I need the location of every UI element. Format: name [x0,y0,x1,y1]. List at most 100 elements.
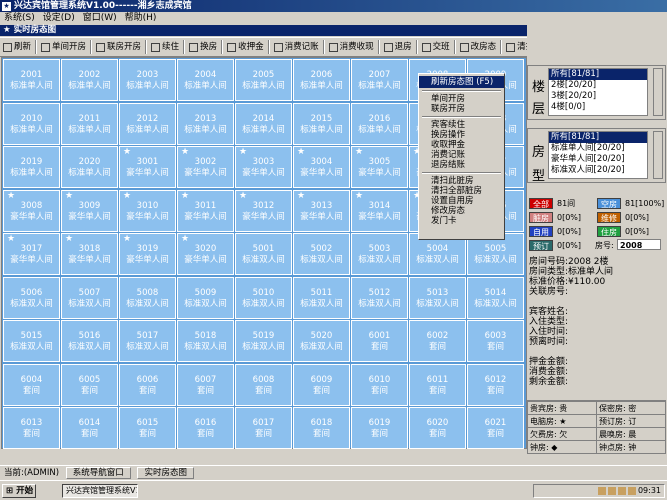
status-chip[interactable]: 全部 [529,198,553,209]
room-tile[interactable]: 5019 标准双人间 [235,320,292,362]
context-menu-item[interactable]: 单间开房 [419,94,504,104]
type-scrollbar[interactable] [653,131,663,179]
room-tile[interactable]: 6012 套间 [467,363,524,406]
context-menu-item[interactable]: 消费记账 [419,150,504,160]
floor_filter-option[interactable]: 2楼[20/20] [549,80,647,91]
context-menu-item[interactable]: 清扫此脏房 [419,176,504,186]
context-menu-item[interactable]: 修改房态 [419,206,504,216]
toolbar-button[interactable]: 联房开房 [93,38,144,56]
room-tile[interactable]: 2006 标准单人间 [293,59,350,101]
room-tile[interactable]: 6016 套间 [177,407,234,449]
floor-list[interactable]: 所有[81/81] 2楼[20/20] 3楼[20/20] 4楼[0/0] [548,68,648,116]
toolbar-button[interactable]: 换房 [186,38,220,56]
room-tile[interactable]: ★ 3010 豪华单人间 [119,189,176,232]
status-chip[interactable]: 预订 [529,240,553,251]
room-tile[interactable]: 6007 套间 [177,363,234,406]
floor_filter-option[interactable]: 4楼[0/0] [549,102,647,113]
menu-item[interactable]: 窗口(W) [79,13,121,23]
room-tile[interactable]: 2002 标准单人间 [61,59,118,101]
room-tile[interactable]: ★ 3017 豪华单人间 [3,233,60,275]
room-tile[interactable]: 6017 套间 [235,407,292,449]
room-tile[interactable]: 6010 套间 [351,363,408,406]
room-tile[interactable]: 6008 套间 [235,363,292,406]
room-tile[interactable]: 2014 标准单人间 [235,102,292,145]
type_filter-option[interactable]: 所有[81/81] [549,132,647,143]
floor_filter-option[interactable]: 3楼[20/20] [549,91,647,102]
room-tile[interactable]: 6018 套间 [293,407,350,449]
room-tile[interactable]: 2003 标准单人间 [119,59,176,101]
room-tile[interactable]: 2012 标准单人间 [119,102,176,145]
room-tile[interactable]: 5002 标准双人间 [293,233,350,275]
room-tile[interactable]: 6013 套间 [3,407,60,449]
room-tile[interactable]: 2011 标准单人间 [61,102,118,145]
toolbar-button[interactable]: 消费收现 [326,38,377,56]
room-tile[interactable]: ★ 3013 豪华单人间 [293,189,350,232]
room-tile[interactable]: 2013 标准单人间 [177,102,234,145]
status-chip[interactable]: 住房 [597,226,621,237]
taskbar-app-button[interactable]: 兴达宾馆管理系统V1.0... [62,484,138,498]
context-menu-item[interactable]: 换房操作 [419,130,504,140]
room-tile[interactable]: ★ 3001 豪华单人间 [119,146,176,188]
room-tile[interactable]: 2005 标准单人间 [235,59,292,101]
toolbar-button[interactable]: 单间开房 [38,38,89,56]
room-tile[interactable]: 5001 标准双人间 [235,233,292,275]
toolbar-button[interactable]: 交班 [419,38,453,56]
context-menu-item[interactable]: 联房开房 [419,104,504,114]
room-tile[interactable]: 5015 标准双人间 [3,320,60,362]
room-tile[interactable]: 6011 套间 [409,363,466,406]
room-tile[interactable]: 6014 套间 [61,407,118,449]
toolbar-button[interactable]: 刷新 [0,38,34,56]
type_filter-option[interactable]: 标准双人间[20/20] [549,165,647,176]
menu-item[interactable]: 设定(D) [39,13,79,23]
menu-item[interactable]: 帮助(H) [121,13,161,23]
context-menu-item[interactable]: 设置自用房 [419,196,504,206]
room-tile[interactable]: 2010 标准单人间 [3,102,60,145]
context-menu-item[interactable]: 发门卡 [419,216,504,226]
room-tile[interactable]: ★ 3019 豪华单人间 [119,233,176,275]
room-type-list[interactable]: 所有[81/81] 标准单人间[20/20] 豪华单人间[20/20] 标准双人间[2… [548,131,648,179]
toolbar-button[interactable]: 收押金 [224,38,267,56]
room-tile[interactable]: ★ 3018 豪华单人间 [61,233,118,275]
room-tile[interactable]: ★ 3009 豪华单人间 [61,189,118,232]
room-window-button[interactable]: 实时房态图 [137,467,194,479]
room-tile[interactable]: 6019 套间 [351,407,408,449]
room-tile[interactable]: 5003 标准双人间 [351,233,408,275]
room-tile[interactable]: 5017 标准双人间 [119,320,176,362]
context-menu-item[interactable]: 退房结账 [419,160,504,170]
room-tile[interactable]: 6005 套间 [61,363,118,406]
room-tile[interactable]: 2007 标准单人间 [351,59,408,101]
room-tile[interactable]: ★ 3020 豪华单人间 [177,233,234,275]
floor-scrollbar[interactable] [653,68,663,116]
room-tile[interactable]: 5014 标准双人间 [467,276,524,319]
room-number-input[interactable]: 2008 [617,239,661,250]
room-tile[interactable]: 5007 标准双人间 [61,276,118,319]
room-tile[interactable]: 6002 套间 [409,320,466,362]
context-menu-item[interactable]: 刷新房态图 (F5) [419,76,504,88]
room-tile[interactable]: 6006 套间 [119,363,176,406]
room-tile[interactable]: ★ 3005 豪华单人间 [351,146,408,188]
room-tile[interactable]: 5013 标准双人间 [409,276,466,319]
room-tile[interactable]: 5008 标准双人间 [119,276,176,319]
status-chip[interactable]: 自用 [529,226,553,237]
room-tile[interactable]: ★ 3012 豪华单人间 [235,189,292,232]
toolbar-button[interactable]: 改房态 [457,38,500,56]
room-tile[interactable]: 5020 标准双人间 [293,320,350,362]
context-menu-item[interactable]: 宾客续住 [419,120,504,130]
status-chip[interactable]: 脏房 [529,212,553,223]
room-tile[interactable]: 6021 套间 [467,407,524,449]
room-tile[interactable]: 6015 套间 [119,407,176,449]
room-tile[interactable]: 6020 套间 [409,407,466,449]
room-tile[interactable]: 6001 套间 [351,320,408,362]
room-tile[interactable]: ★ 3008 豪华单人间 [3,189,60,232]
room-tile[interactable]: 5012 标准双人间 [351,276,408,319]
room-tile[interactable]: 2016 标准单人间 [351,102,408,145]
toolbar-button[interactable]: 退房 [381,38,415,56]
status-chip[interactable]: 维修 [597,212,621,223]
room-tile[interactable]: 5010 标准双人间 [235,276,292,319]
room-tile[interactable]: 5016 标准双人间 [61,320,118,362]
room-tile[interactable]: 5006 标准双人间 [3,276,60,319]
room-tile[interactable]: ★ 3014 豪华单人间 [351,189,408,232]
type_filter-option[interactable]: 标准单人间[20/20] [549,143,647,154]
context-menu-item[interactable]: 收取押金 [419,140,504,150]
nav-window-button[interactable]: 系统导航窗口 [65,467,131,479]
